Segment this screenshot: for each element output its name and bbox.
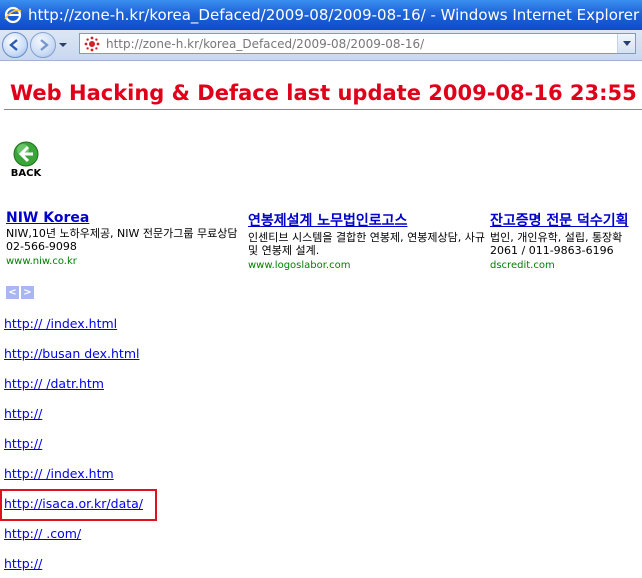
ad-next-button[interactable]: > [21, 286, 34, 299]
defaced-site-link[interactable]: http:// [4, 436, 42, 451]
defaced-site-link[interactable]: http://busan dex.html [4, 346, 139, 361]
arrow-left-icon [9, 39, 18, 51]
defaced-site-link[interactable]: http:// /index.htm [4, 466, 114, 481]
highlight-box [0, 489, 157, 521]
ad-url[interactable]: dscredit.com [490, 260, 642, 271]
ad-url[interactable]: www.logoslabor.com [248, 260, 488, 271]
address-url: http://zone-h.kr/korea_Defaced/2009-08/2… [106, 36, 425, 51]
window-title: http://zone-h.kr/korea_Defaced/2009-08/2… [28, 6, 640, 24]
ad-title[interactable]: 연봉제설계 노무법인로고스 [248, 210, 488, 230]
address-dropdown-button[interactable] [617, 34, 635, 53]
ad-url[interactable]: www.niw.co.kr [6, 256, 246, 267]
ad-niw-korea[interactable]: NIW Korea NIW,10년 노하우제공, NIW 전문가그룹 무료상담 … [6, 210, 246, 267]
ad-description: 법인, 개인유학, 설립, 통장확 2061 / 011-9863-6196 [490, 231, 623, 257]
address-toolbar: http://zone-h.kr/korea_Defaced/2009-08/2… [0, 30, 642, 61]
headline-divider [4, 109, 642, 110]
site-favicon-icon [84, 36, 100, 51]
defaced-site-link[interactable]: http:// /index.html [4, 316, 117, 331]
internet-explorer-icon [4, 6, 22, 24]
defaced-site-link[interactable]: http:// [4, 556, 42, 571]
ad-title[interactable]: 잔고증명 전문 덕수기획 [490, 210, 642, 230]
back-link-button[interactable]: BACK [8, 141, 44, 179]
back-nav-button[interactable] [2, 32, 28, 58]
page-headline: Web Hacking & Deface last update 2009-08… [10, 81, 637, 105]
ad-pagination: < > [6, 286, 34, 299]
chevron-down-icon [622, 40, 631, 46]
ad-prev-button[interactable]: < [6, 286, 19, 299]
address-input[interactable]: http://zone-h.kr/korea_Defaced/2009-08/2… [79, 33, 636, 54]
forward-nav-button[interactable] [30, 32, 56, 58]
defaced-site-link[interactable]: http:// /datr.htm [4, 376, 104, 391]
window-titlebar: http://zone-h.kr/korea_Defaced/2009-08/2… [0, 0, 642, 30]
recent-pages-dropdown-icon[interactable] [58, 40, 68, 50]
back-label: BACK [10, 168, 42, 179]
arrow-right-icon [40, 39, 49, 51]
defaced-site-link[interactable]: http:// .com/ [4, 526, 81, 541]
ad-description: NIW,10년 노하우제공, NIW 전문가그룹 무료상담 02-566-909… [6, 227, 238, 253]
ad-logoslabor[interactable]: 연봉제설계 노무법인로고스 인센티브 시스템을 결합한 연봉제, 연봉제상담, … [248, 210, 488, 271]
ad-description: 인센티브 시스템을 결합한 연봉제, 연봉제상담, 사규 및 연봉제 설계. [248, 231, 485, 257]
page-content: Web Hacking & Deface last update 2009-08… [0, 61, 642, 578]
ad-dscredit[interactable]: 잔고증명 전문 덕수기획 법인, 개인유학, 설립, 통장확 2061 / 01… [490, 210, 642, 271]
ad-title[interactable]: NIW Korea [6, 210, 246, 226]
defaced-site-link[interactable]: http:// [4, 406, 42, 421]
green-back-arrow-icon [13, 141, 39, 167]
